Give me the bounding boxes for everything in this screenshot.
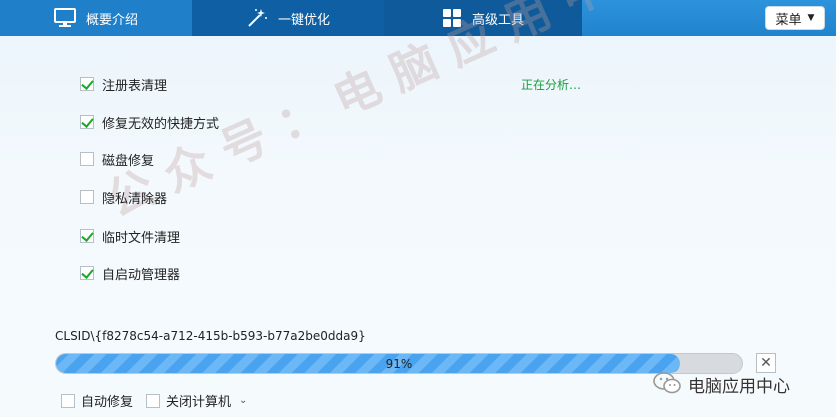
- shutdown-label: 关闭计算机: [166, 395, 232, 410]
- monitor-icon: [53, 8, 76, 28]
- analysis-status: 正在分析…: [521, 78, 582, 92]
- top-nav: 概要介绍 一键优化 高级工具: [0, 0, 836, 36]
- checkbox[interactable]: [61, 393, 75, 408]
- cancel-button[interactable]: ✕: [756, 353, 776, 373]
- progress-bar: 91%: [55, 353, 743, 374]
- shutdown-option[interactable]: 关闭计算机 ⌄: [146, 391, 247, 410]
- current-scan-path: CLSID\{f8278c54-a712-415b-b593-b77a2be0d…: [55, 329, 366, 343]
- checklist-item-privacy[interactable]: 隐私清除器: [80, 187, 167, 207]
- checklist-item-label: 自启动管理器: [102, 267, 181, 283]
- checklist-item-label: 磁盘修复: [102, 153, 155, 169]
- menu-button-label: 菜单: [775, 12, 802, 28]
- badge-label: 电脑应用中心: [688, 377, 790, 397]
- wechat-icon: [652, 370, 682, 399]
- checkbox[interactable]: [146, 393, 160, 408]
- checklist-item-label: 临时文件清理: [102, 230, 181, 246]
- close-icon: ✕: [760, 355, 772, 371]
- checklist-item-startup[interactable]: 自启动管理器: [80, 263, 180, 283]
- tab-advanced[interactable]: 高级工具: [384, 0, 582, 36]
- auto-repair-option[interactable]: 自动修复: [61, 391, 133, 410]
- tab-optimize-label: 一键优化: [277, 12, 330, 28]
- grid-icon: [442, 8, 462, 28]
- checklist-item-registry[interactable]: 注册表清理: [80, 74, 167, 94]
- checklist-item-label: 隐私清除器: [102, 191, 168, 207]
- checkbox[interactable]: [80, 229, 94, 243]
- chevron-down-icon[interactable]: ⌄: [239, 395, 247, 406]
- tab-optimize[interactable]: 一键优化: [192, 0, 384, 36]
- checkbox[interactable]: [80, 77, 94, 91]
- tab-advanced-label: 高级工具: [471, 12, 524, 28]
- checklist-item-label: 注册表清理: [102, 78, 168, 94]
- checkbox[interactable]: [80, 115, 94, 129]
- checklist-item-label: 修复无效的快捷方式: [102, 116, 220, 132]
- menu-button[interactable]: 菜单 ▼: [765, 6, 825, 30]
- magic-wand-icon: [246, 8, 268, 28]
- checkbox[interactable]: [80, 152, 94, 166]
- chevron-down-icon: ▼: [807, 13, 815, 23]
- checklist-item-disk-repair[interactable]: 磁盘修复: [80, 149, 154, 169]
- auto-repair-label: 自动修复: [81, 395, 134, 410]
- wechat-badge: 电脑应用中心: [652, 370, 790, 399]
- progress-percent: 91%: [385, 356, 413, 371]
- checkbox[interactable]: [80, 190, 94, 204]
- tab-overview-label: 概要介绍: [85, 12, 138, 28]
- checklist-item-shortcuts[interactable]: 修复无效的快捷方式: [80, 112, 219, 132]
- tab-overview[interactable]: 概要介绍: [0, 0, 192, 36]
- checkbox[interactable]: [80, 266, 94, 280]
- checklist-item-temp-files[interactable]: 临时文件清理: [80, 226, 180, 246]
